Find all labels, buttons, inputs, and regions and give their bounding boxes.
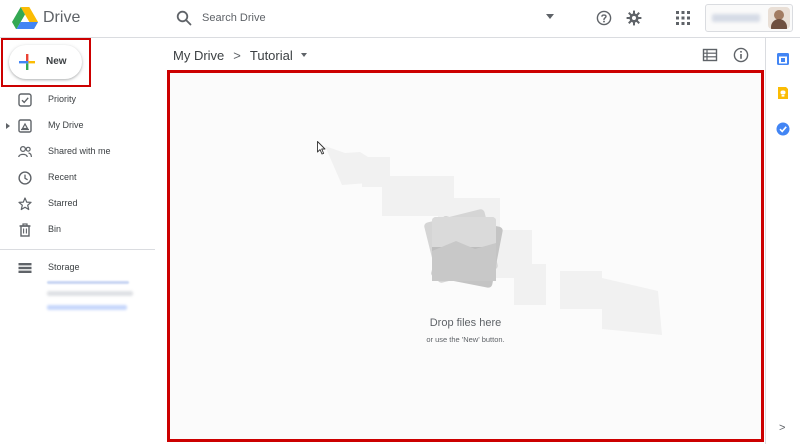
drop-files-subtitle: or use the 'New' button. (426, 335, 505, 344)
search-input[interactable] (202, 8, 532, 28)
storage-icon (18, 263, 32, 273)
list-view-icon[interactable] (702, 47, 718, 63)
star-icon (18, 197, 32, 211)
sidebar-item-label: Starred (48, 198, 78, 208)
google-drive-logo[interactable] (12, 7, 38, 29)
sidebar-item-my-drive[interactable]: My Drive (0, 114, 155, 138)
sidebar-item-starred[interactable]: Starred (0, 192, 155, 216)
account-name-blurred (712, 14, 760, 22)
new-button-highlight (1, 38, 91, 87)
drop-zone[interactable]: Drop files here or use the 'New' button. (167, 70, 764, 442)
apps-icon (676, 11, 690, 25)
help-icon (596, 10, 612, 26)
sidebar-item-label: Bin (48, 224, 62, 234)
sidebar-divider (0, 249, 155, 250)
search-options-icon[interactable] (546, 14, 554, 19)
sidebar-item-priority[interactable]: Priority (0, 88, 155, 112)
mouse-cursor-icon (317, 141, 326, 155)
clock-icon (18, 171, 32, 185)
tasks-icon[interactable] (776, 122, 790, 136)
avatar[interactable] (768, 7, 790, 29)
drop-files-title: Drop files here (429, 317, 502, 329)
expand-arrow-icon[interactable] (6, 123, 10, 129)
sidebar-item-label: Priority (48, 94, 77, 104)
sidebar-item-shared[interactable]: Shared with me (0, 140, 155, 164)
shared-icon (18, 145, 32, 158)
priority-icon (18, 93, 32, 107)
top-header: Drive (0, 0, 800, 38)
trash-icon (19, 223, 31, 237)
sidebar-item-storage[interactable]: Storage (0, 256, 155, 280)
sidebar-item-label: Recent (48, 172, 77, 182)
calendar-icon[interactable] (776, 52, 790, 66)
settings-button[interactable] (624, 8, 644, 28)
sidebar-item-label: My Drive (48, 120, 84, 130)
breadcrumb-current-folder[interactable]: Tutorial (250, 48, 293, 63)
search-bar[interactable] (168, 3, 568, 33)
breadcrumb: My Drive > Tutorial (173, 46, 307, 64)
app-title[interactable]: Drive (43, 9, 80, 27)
account-switcher[interactable] (705, 4, 793, 32)
info-icon[interactable] (733, 47, 749, 63)
sidebar-item-bin[interactable]: Bin (0, 218, 155, 242)
storage-usage-text-blurred (47, 291, 133, 296)
storage-usage-bar (47, 281, 129, 284)
my-drive-icon (18, 119, 32, 133)
breadcrumb-my-drive[interactable]: My Drive (173, 48, 224, 63)
folder-menu-caret-icon[interactable] (300, 53, 307, 57)
sidebar-item-recent[interactable]: Recent (0, 166, 155, 190)
help-button[interactable] (594, 8, 614, 28)
settings-icon (626, 10, 642, 26)
apps-button[interactable] (673, 8, 693, 28)
keep-icon[interactable] (776, 86, 790, 100)
side-panel-rail: > (765, 38, 800, 444)
sidebar-item-label: Shared with me (48, 146, 111, 156)
expand-side-panel-icon[interactable]: > (779, 422, 785, 434)
breadcrumb-separator: > (233, 47, 241, 63)
upgrade-storage-link-blurred[interactable] (47, 305, 127, 310)
drop-files-illustration (325, 146, 662, 335)
sidebar-item-label: Storage (48, 262, 80, 272)
search-icon[interactable] (176, 10, 192, 26)
